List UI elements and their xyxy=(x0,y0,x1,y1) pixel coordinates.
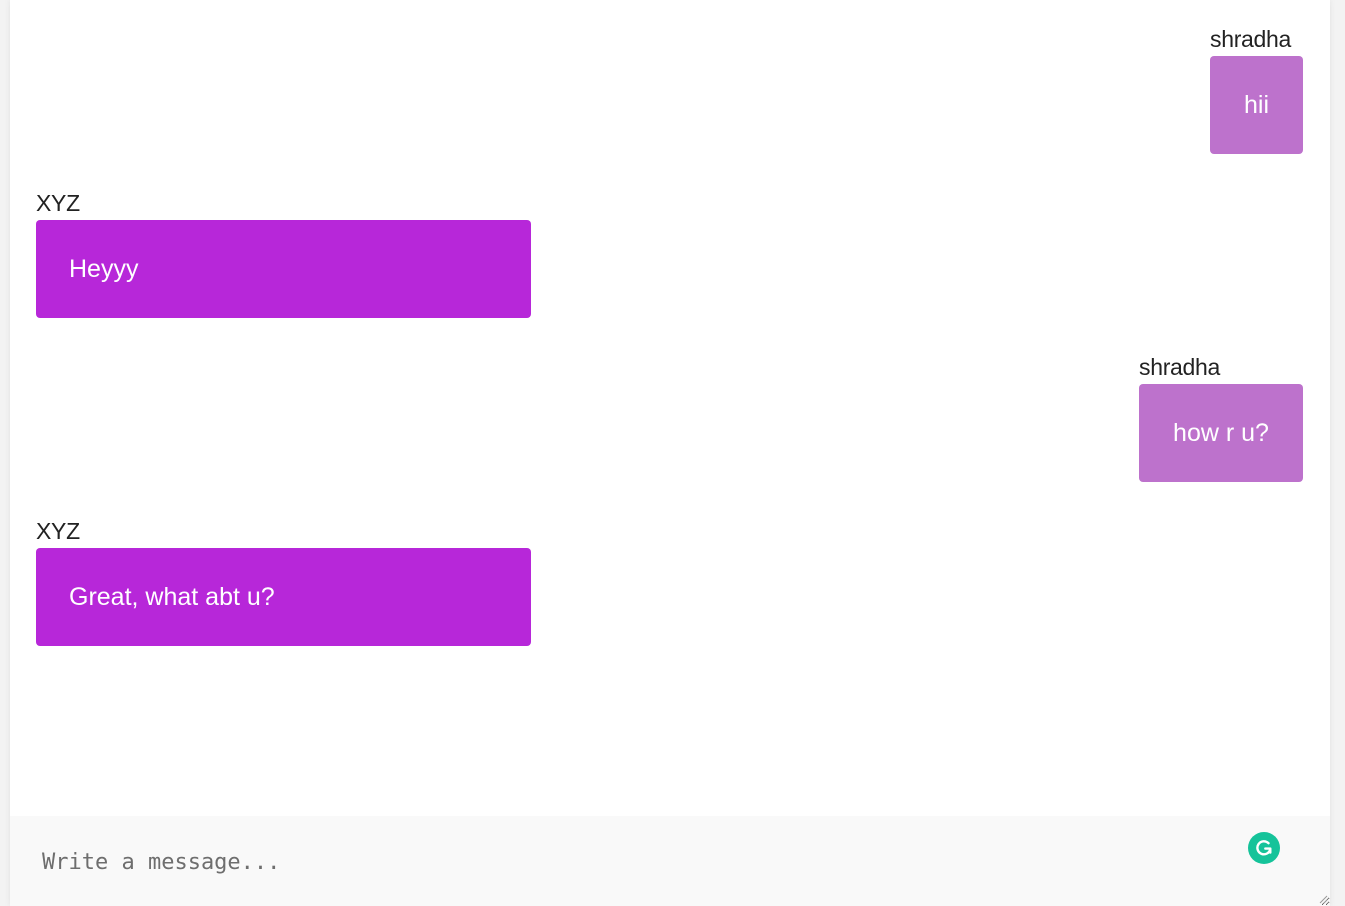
message-bubble: Heyyy xyxy=(36,220,531,318)
message-bubble: Great, what abt u? xyxy=(36,548,531,646)
chat-window: shradha hii XYZ Heyyy shradha how r u? X… xyxy=(10,0,1330,906)
message-sender: shradha xyxy=(1210,26,1292,52)
message-outgoing: shradha hii xyxy=(1210,26,1303,154)
message-sender: XYZ xyxy=(36,190,80,216)
message-input[interactable] xyxy=(10,816,1330,906)
message-sender: shradha xyxy=(1139,354,1221,380)
message-incoming: XYZ Heyyy xyxy=(36,190,531,318)
message-list: shradha hii XYZ Heyyy shradha how r u? X… xyxy=(10,0,1330,816)
message-incoming: XYZ Great, what abt u? xyxy=(36,518,531,646)
resize-handle-icon[interactable] xyxy=(1319,895,1328,904)
message-bubble: how r u? xyxy=(1139,384,1303,482)
grammarly-icon[interactable] xyxy=(1248,832,1280,864)
message-bubble: hii xyxy=(1210,56,1303,154)
message-sender: XYZ xyxy=(36,518,80,544)
message-outgoing: shradha how r u? xyxy=(1139,354,1303,482)
message-composer xyxy=(10,816,1330,906)
